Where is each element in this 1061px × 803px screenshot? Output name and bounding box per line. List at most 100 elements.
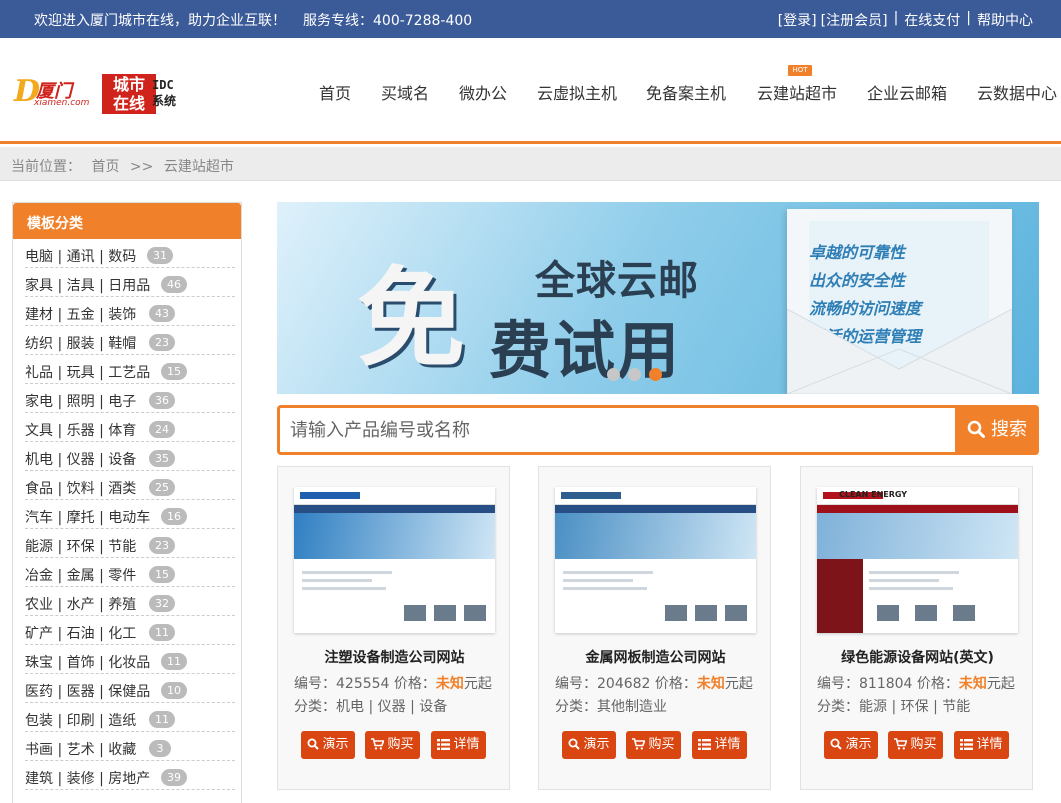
nav-no-icp-host[interactable]: 免备案主机 bbox=[646, 80, 726, 104]
demo-button[interactable]: 演示 bbox=[562, 731, 616, 759]
product-name[interactable]: 注塑设备制造公司网站 bbox=[278, 647, 511, 667]
product-name[interactable]: 金属网板制造公司网站 bbox=[539, 647, 772, 667]
search-button[interactable]: 搜索 bbox=[955, 405, 1039, 455]
category-item[interactable]: 汽车 | 摩托 | 电动车 16 bbox=[25, 500, 235, 529]
login-link[interactable]: [登录] bbox=[778, 10, 817, 30]
top-links: [登录] [注册会员] | 在线支付 | 帮助中心 bbox=[778, 10, 1033, 30]
category-item[interactable]: 机电 | 仪器 | 设备 35 bbox=[25, 442, 235, 471]
nav-enterprise-mail[interactable]: 企业云邮箱 bbox=[867, 80, 947, 104]
nav-office[interactable]: 微办公 bbox=[459, 80, 507, 104]
category-count-badge: 11 bbox=[161, 653, 187, 670]
category-label: 食品 | 饮料 | 酒类 bbox=[25, 481, 137, 497]
nav-site-market[interactable]: 云建站超市 bbox=[757, 80, 837, 104]
demo-button[interactable]: 演示 bbox=[824, 731, 878, 759]
category-label: 家电 | 照明 | 电子 bbox=[25, 394, 137, 410]
category-count-badge: 15 bbox=[161, 363, 187, 380]
category-item[interactable]: 礼品 | 玩具 | 工艺品 15 bbox=[25, 355, 235, 384]
thumb-product-image bbox=[404, 605, 426, 621]
thumb-text-line bbox=[869, 579, 939, 582]
thumb-brand: CLEAN ENERGY bbox=[839, 490, 908, 499]
register-link[interactable]: [注册会员] bbox=[821, 10, 888, 30]
nav-data-center[interactable]: 云数据中心 bbox=[977, 80, 1057, 104]
category-count-badge: 31 bbox=[147, 247, 173, 264]
banner-headline: 全球云邮 bbox=[535, 258, 699, 304]
cart-icon bbox=[894, 738, 909, 750]
cart-icon bbox=[371, 738, 386, 750]
product-name[interactable]: 绿色能源设备网站(英文) bbox=[801, 647, 1034, 667]
zoom-icon bbox=[568, 738, 581, 750]
category-item[interactable]: 医药 | 医器 | 保健品 10 bbox=[25, 674, 235, 703]
detail-button[interactable]: 详情 bbox=[954, 731, 1009, 759]
product-code-price: 编号：811804 价格：未知元起 bbox=[817, 676, 1015, 692]
category-item[interactable]: 珠宝 | 首饰 | 化妆品 11 bbox=[25, 645, 235, 674]
pager-dot-1[interactable] bbox=[607, 368, 620, 381]
thumb-text-line bbox=[563, 587, 647, 590]
category-item[interactable]: 文具 | 乐器 | 体育 24 bbox=[25, 413, 235, 442]
category-item[interactable]: 电脑 | 通讯 | 数码 31 bbox=[25, 239, 235, 268]
breadcrumb-home[interactable]: 首页 bbox=[91, 159, 119, 175]
category-label: 矿产 | 石油 | 化工 bbox=[25, 626, 137, 642]
category-item[interactable]: 农业 | 水产 | 养殖 32 bbox=[25, 587, 235, 616]
thumb-header: CLEAN ENERGY bbox=[817, 487, 1018, 505]
category-label: 电脑 | 通讯 | 数码 bbox=[25, 249, 137, 265]
category-label: 机电 | 仪器 | 设备 bbox=[25, 452, 137, 468]
category-item[interactable]: 食品 | 饮料 | 酒类 25 bbox=[25, 471, 235, 500]
detail-button[interactable]: 详情 bbox=[692, 731, 747, 759]
category-label: 纺织 | 服装 | 鞋帽 bbox=[25, 336, 137, 352]
nav-domain[interactable]: 买域名 bbox=[381, 80, 429, 104]
buy-button[interactable]: 购买 bbox=[888, 731, 943, 759]
online-pay-link[interactable]: 在线支付 bbox=[904, 10, 960, 30]
thumb-product-image bbox=[915, 605, 937, 621]
cart-icon bbox=[632, 738, 647, 750]
category-item[interactable]: 建筑 | 装修 | 房地产 39 bbox=[25, 761, 235, 790]
category-item[interactable]: 冶金 | 金属 | 零件 15 bbox=[25, 558, 235, 587]
category-label: 文具 | 乐器 | 体育 bbox=[25, 423, 137, 439]
detail-button[interactable]: 详情 bbox=[431, 731, 486, 759]
search-input[interactable] bbox=[290, 408, 950, 452]
product-actions: 演示 购买 详情 bbox=[301, 731, 491, 759]
thumb-hero bbox=[294, 513, 495, 559]
product-actions: 演示 购买 详情 bbox=[824, 731, 1014, 759]
product-thumbnail[interactable] bbox=[555, 487, 756, 633]
zoom-icon bbox=[830, 738, 843, 750]
category-label: 冶金 | 金属 | 零件 bbox=[25, 568, 137, 584]
category-count-badge: 32 bbox=[149, 595, 175, 612]
category-item[interactable]: 能源 | 环保 | 节能 23 bbox=[25, 529, 235, 558]
category-list: 电脑 | 通讯 | 数码 31 家具 | 洁具 | 日用品 46 建材 | 五金 | 装… bbox=[13, 239, 241, 790]
product-code: 204682 bbox=[597, 676, 651, 692]
search-icon bbox=[967, 420, 985, 438]
sidebar-title: 模板分类 bbox=[13, 203, 241, 239]
thumb-text-line bbox=[563, 571, 653, 574]
thumb-text-line bbox=[869, 571, 959, 574]
product-category: 分类：机电 | 仪器 | 设备 bbox=[294, 699, 448, 715]
product-price: 未知 bbox=[435, 676, 464, 692]
breadcrumb-separator: >> bbox=[129, 159, 154, 175]
promo-banner[interactable]: 免 全球云邮 费试用 卓越的可靠性 出众的安全性 流畅的访问速度 灵活的运营管理 bbox=[277, 202, 1039, 394]
category-item[interactable]: 家电 | 照明 | 电子 36 bbox=[25, 384, 235, 413]
pager-dot-2[interactable] bbox=[628, 368, 641, 381]
category-item[interactable]: 矿产 | 石油 | 化工 11 bbox=[25, 616, 235, 645]
thumb-product-image bbox=[464, 605, 486, 621]
demo-button[interactable]: 演示 bbox=[301, 731, 355, 759]
envelope-flap-icon bbox=[787, 309, 1012, 394]
product-thumbnail[interactable] bbox=[294, 487, 495, 633]
thumb-product-image bbox=[434, 605, 456, 621]
category-item[interactable]: 建材 | 五金 | 装饰 43 bbox=[25, 297, 235, 326]
help-center-link[interactable]: 帮助中心 bbox=[977, 10, 1033, 30]
category-label: 能源 | 环保 | 节能 bbox=[25, 539, 137, 555]
category-item[interactable]: 纺织 | 服装 | 鞋帽 23 bbox=[25, 326, 235, 355]
product-card: CLEAN ENERGY 绿色能源设备网站(英文) 编号：811804 价格：未知元… bbox=[800, 466, 1033, 790]
category-item[interactable]: 包装 | 印刷 | 造纸 11 bbox=[25, 703, 235, 732]
category-label: 珠宝 | 首饰 | 化妆品 bbox=[25, 655, 151, 671]
nav-home[interactable]: 首页 bbox=[319, 80, 351, 104]
buy-button[interactable]: 购买 bbox=[365, 731, 420, 759]
main-nav: 首页 买域名 微办公 云虚拟主机 免备案主机 云建站超市 企业云邮箱 云数据中心 bbox=[0, 80, 1061, 104]
thumb-logo bbox=[561, 492, 621, 499]
nav-virtual-host[interactable]: 云虚拟主机 bbox=[537, 80, 617, 104]
product-thumbnail[interactable]: CLEAN ENERGY bbox=[817, 487, 1018, 633]
category-item[interactable]: 家具 | 洁具 | 日用品 46 bbox=[25, 268, 235, 297]
pager-dot-3[interactable] bbox=[649, 368, 662, 381]
list-icon bbox=[698, 739, 712, 750]
category-item[interactable]: 书画 | 艺术 | 收藏 3 bbox=[25, 732, 235, 761]
buy-button[interactable]: 购买 bbox=[626, 731, 681, 759]
